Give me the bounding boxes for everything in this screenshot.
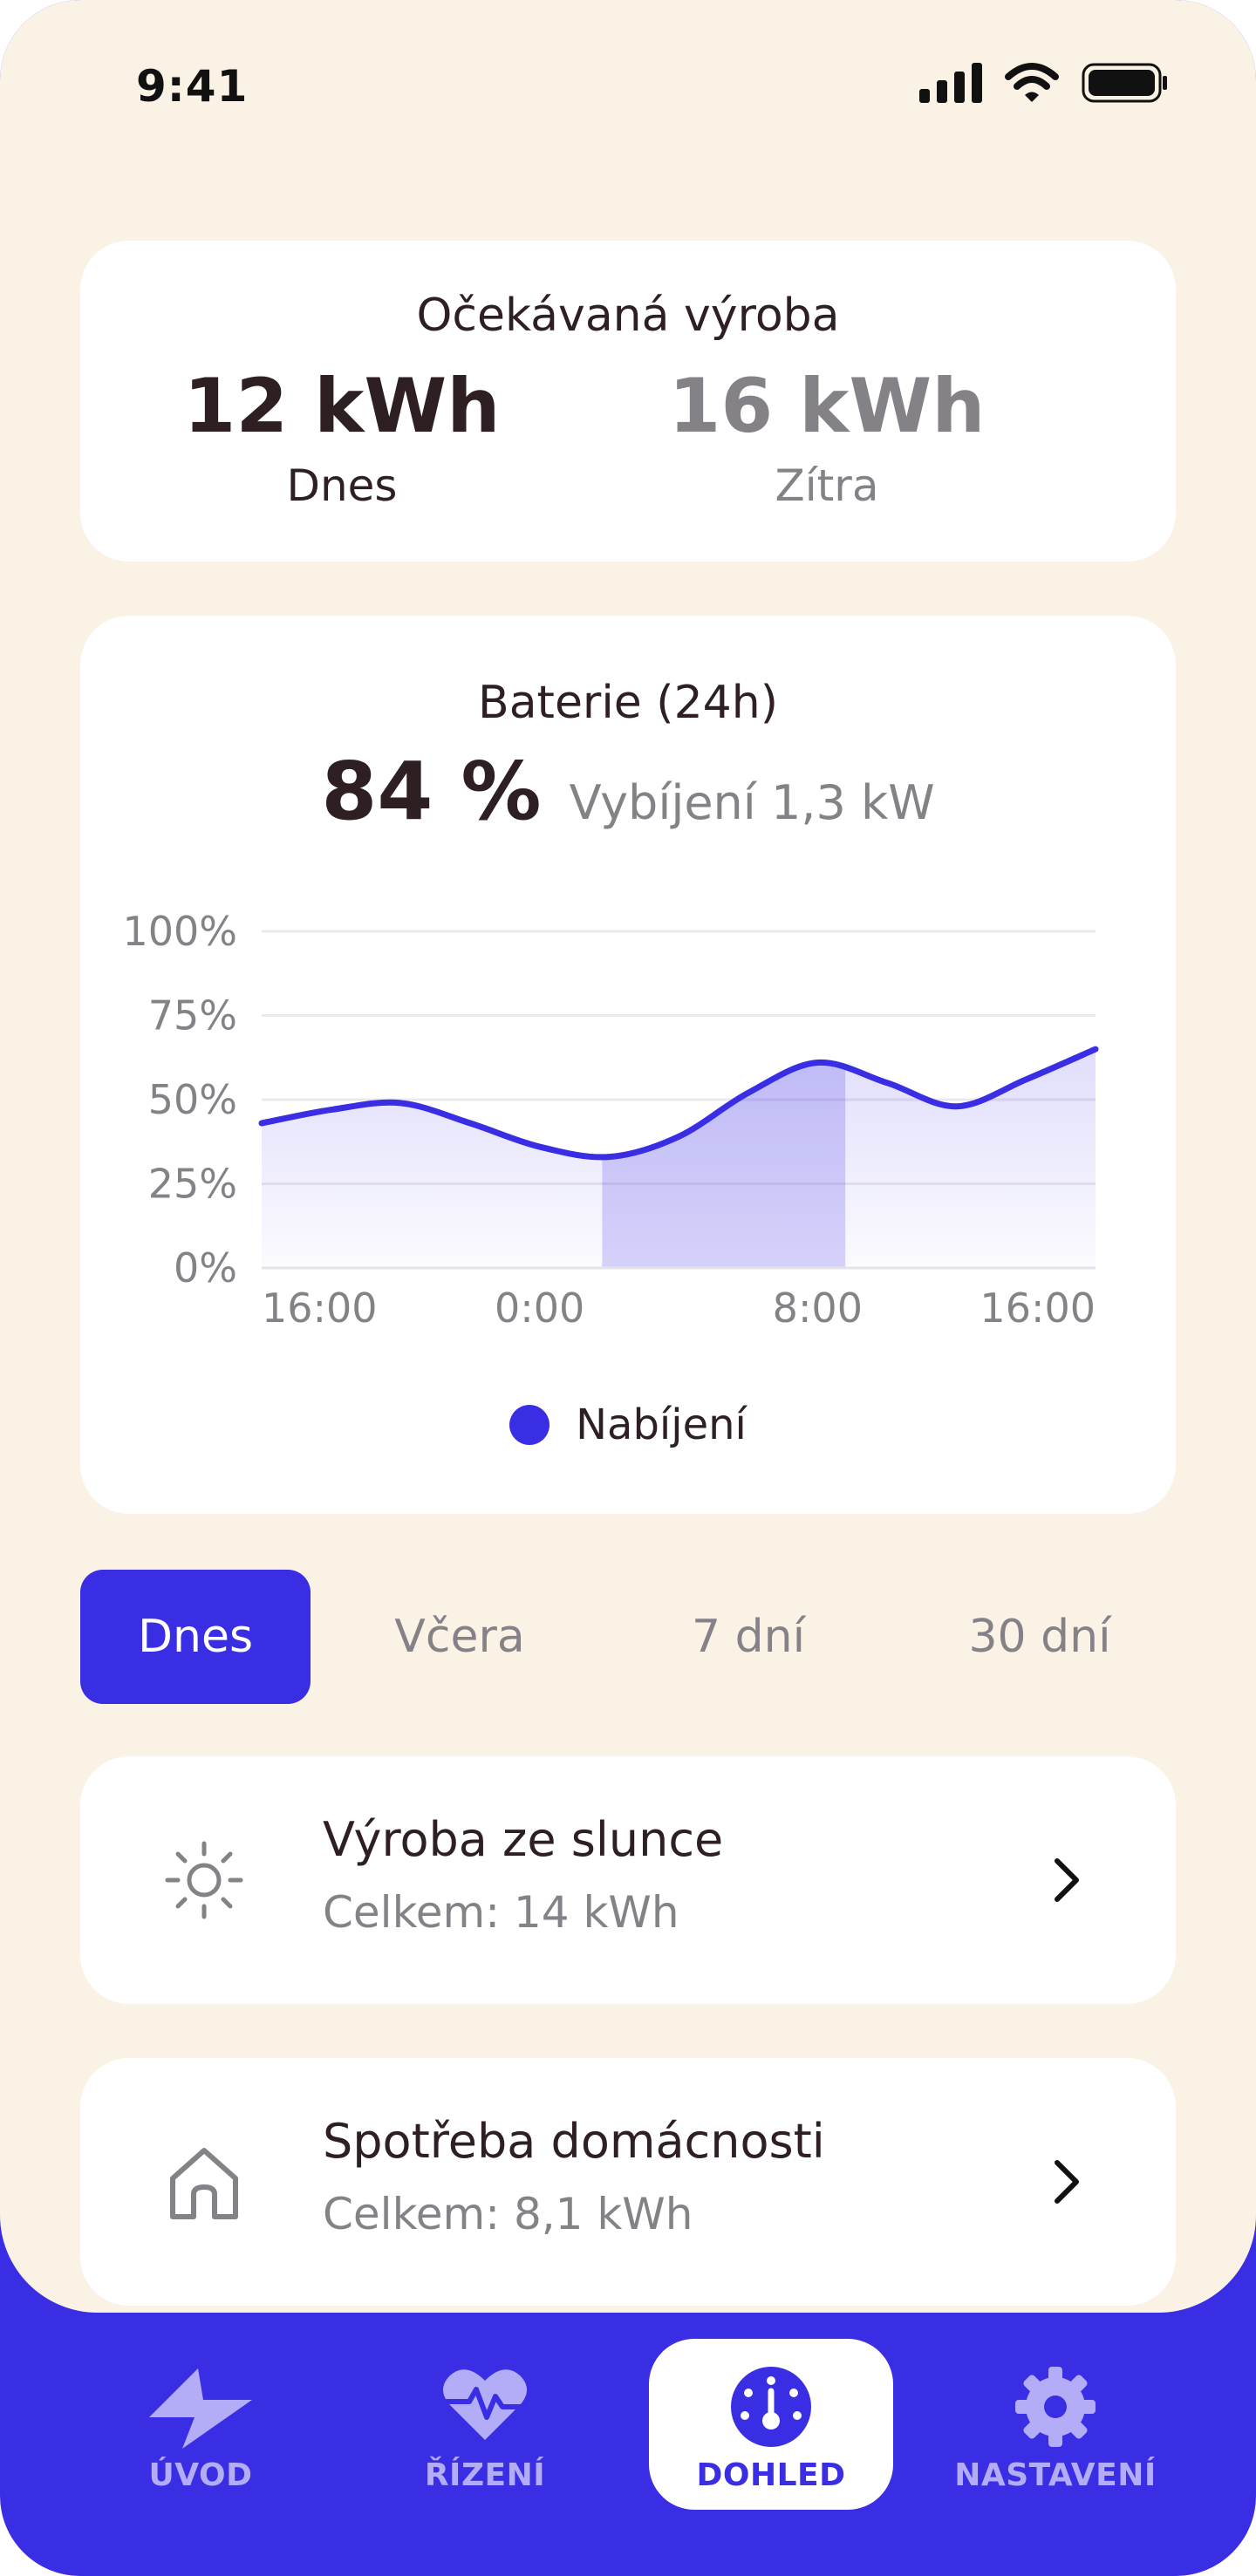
status-icons	[919, 63, 1169, 103]
production-tomorrow-value: 16 kWh	[668, 363, 986, 450]
cellular-signal-icon	[919, 63, 982, 103]
chart-x-tick-label: 16:00	[262, 1285, 378, 1332]
production-tomorrow-label: Zítra	[775, 460, 879, 511]
legend-label: Nabíjení	[576, 1400, 747, 1449]
gauge-icon	[731, 2367, 811, 2447]
chevron-right-icon	[1055, 1858, 1079, 1902]
screen: 9:41 Očekávaná výroba 12 kWh Dnes 16 kWh…	[0, 0, 1256, 2313]
household-consumption-row[interactable]: Spotřeba domácnosti Celkem: 8,1 kWh	[80, 2058, 1176, 2306]
solar-production-title: Výroba ze slunce	[323, 1812, 724, 1867]
battery-card: Baterie (24h) 84 % Vybíjení 1,3 kW 100% 7…	[80, 616, 1176, 1514]
chart-legend: Nabíjení	[80, 1400, 1176, 1449]
household-consumption-total: Celkem: 8,1 kWh	[323, 2189, 693, 2239]
production-today-label: Dnes	[286, 460, 398, 511]
legend-dot	[509, 1405, 550, 1445]
sun-icon	[165, 1841, 243, 1919]
chart-highlight-range	[602, 1049, 846, 1268]
production-today-value: 12 kWh	[183, 363, 501, 450]
battery-status-icon	[1082, 63, 1167, 103]
status-time: 9:41	[136, 61, 249, 112]
nav-control-label: ŘÍZENÍ	[424, 2457, 546, 2493]
chart-x-tick-label: 16:00	[980, 1285, 1096, 1332]
tab-30-days[interactable]: 30 dní	[944, 1570, 1136, 1704]
chart-x-tick-label: 0:00	[495, 1285, 584, 1332]
nav-monitoring-label: DOHLED	[696, 2457, 846, 2493]
tab-yesterday[interactable]: Včera	[368, 1570, 551, 1704]
gear-icon	[1015, 2367, 1096, 2447]
nav-monitoring[interactable]: DOHLED	[649, 2339, 893, 2510]
nav-settings-label: NASTAVENÍ	[954, 2457, 1157, 2493]
heart-pulse-icon	[443, 2369, 527, 2440]
chart-y-tick-label: 50%	[148, 1076, 237, 1123]
household-consumption-title: Spotřeba domácnosti	[323, 2114, 825, 2169]
expected-production-card: Očekávaná výroba 12 kWh Dnes 16 kWh Zítr…	[80, 241, 1176, 562]
solar-production-total: Celkem: 14 kWh	[323, 1887, 679, 1938]
nav-home[interactable]: ÚVOD	[78, 2339, 323, 2510]
period-tabs: Dnes Včera 7 dní 30 dní	[80, 1570, 1176, 1704]
chart-y-tick-label: 75%	[148, 992, 237, 1039]
wifi-icon	[1005, 63, 1059, 102]
tab-7-days[interactable]: 7 dní	[661, 1570, 836, 1704]
bolt-icon	[149, 2368, 252, 2449]
solar-production-row[interactable]: Výroba ze slunce Celkem: 14 kWh	[80, 1756, 1176, 2004]
bottom-nav: ÚVOD ŘÍZENÍ DOHLED NASTAVENÍ	[0, 2313, 1256, 2576]
chevron-right-icon	[1055, 2160, 1079, 2204]
chart-y-tick-label: 25%	[148, 1161, 237, 1208]
production-today: 12 kWh Dnes	[80, 363, 604, 511]
phone-frame: 9:41 Očekávaná výroba 12 kWh Dnes 16 kWh…	[0, 0, 1256, 2576]
chart-y-tick-label: 0%	[174, 1244, 237, 1291]
production-tomorrow: 16 kWh Zítra	[565, 363, 1089, 511]
chart-x-tick-label: 8:00	[773, 1285, 863, 1332]
home-icon	[170, 2148, 238, 2219]
chart-y-tick-label: 100%	[122, 908, 237, 955]
nav-settings[interactable]: NASTAVENÍ	[933, 2339, 1178, 2510]
nav-home-label: ÚVOD	[148, 2457, 253, 2493]
battery-chart: 100% 75% 50% 25% 0% 16:00 0:00 8:00 16:00	[122, 908, 1099, 1332]
nav-control[interactable]: ŘÍZENÍ	[363, 2339, 607, 2510]
expected-production-title: Očekávaná výroba	[416, 290, 840, 342]
tab-today[interactable]: Dnes	[80, 1570, 311, 1704]
